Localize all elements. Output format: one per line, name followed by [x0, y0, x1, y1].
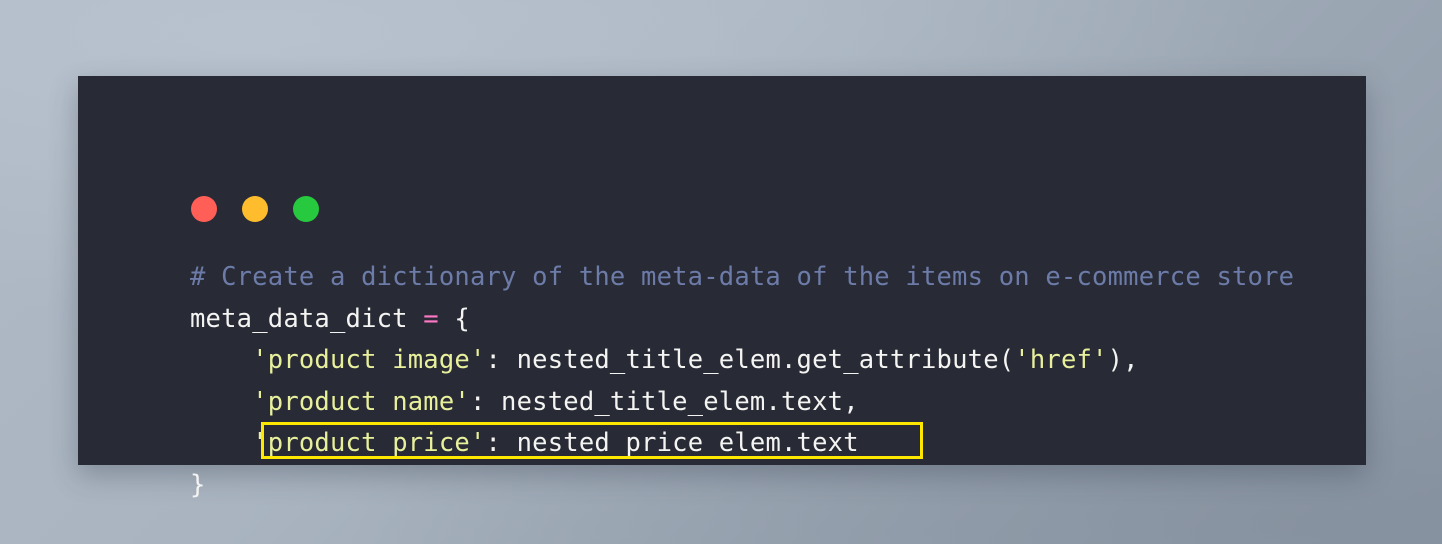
maximize-window-dot[interactable]	[293, 196, 319, 222]
code-token-op: =	[423, 303, 439, 334]
code-line-1: # Create a dictionary of the meta-data o…	[190, 257, 1346, 299]
code-token-plain: : nested_price_elem.text	[485, 428, 859, 459]
code-block[interactable]: # Create a dictionary of the meta-data o…	[190, 257, 1346, 507]
code-token-string: 'href'	[1014, 345, 1108, 376]
code-snippet-card: # Create a dictionary of the meta-data o…	[78, 76, 1366, 500]
minimize-window-dot[interactable]	[242, 196, 268, 222]
code-line-3: 'product image': nested_title_elem.get_a…	[190, 340, 1346, 382]
code-token-plain: ),	[1107, 345, 1139, 376]
window-controls	[191, 196, 319, 222]
code-line-6: }	[190, 465, 1346, 507]
code-line-2: meta_data_dict = {	[190, 299, 1346, 341]
code-line-5: 'product price': nested_price_elem.text	[190, 423, 1346, 465]
code-token-plain: : nested_title_elem.text,	[469, 386, 859, 417]
code-token-comment: # Create a dictionary of the meta-data o…	[190, 262, 1295, 292]
code-token-string: 'product name'	[252, 386, 470, 417]
code-token-string: 'product image'	[252, 345, 486, 376]
code-token-plain: }	[190, 469, 206, 500]
code-line-4: 'product name': nested_title_elem.text,	[190, 382, 1346, 424]
code-token-string: 'product price'	[252, 428, 486, 459]
code-token-plain: {	[438, 303, 470, 334]
close-window-dot[interactable]	[191, 196, 217, 222]
code-token-plain: meta_data_dict	[190, 303, 424, 334]
code-token-plain: : nested_title_elem.get_attribute(	[485, 345, 1015, 376]
